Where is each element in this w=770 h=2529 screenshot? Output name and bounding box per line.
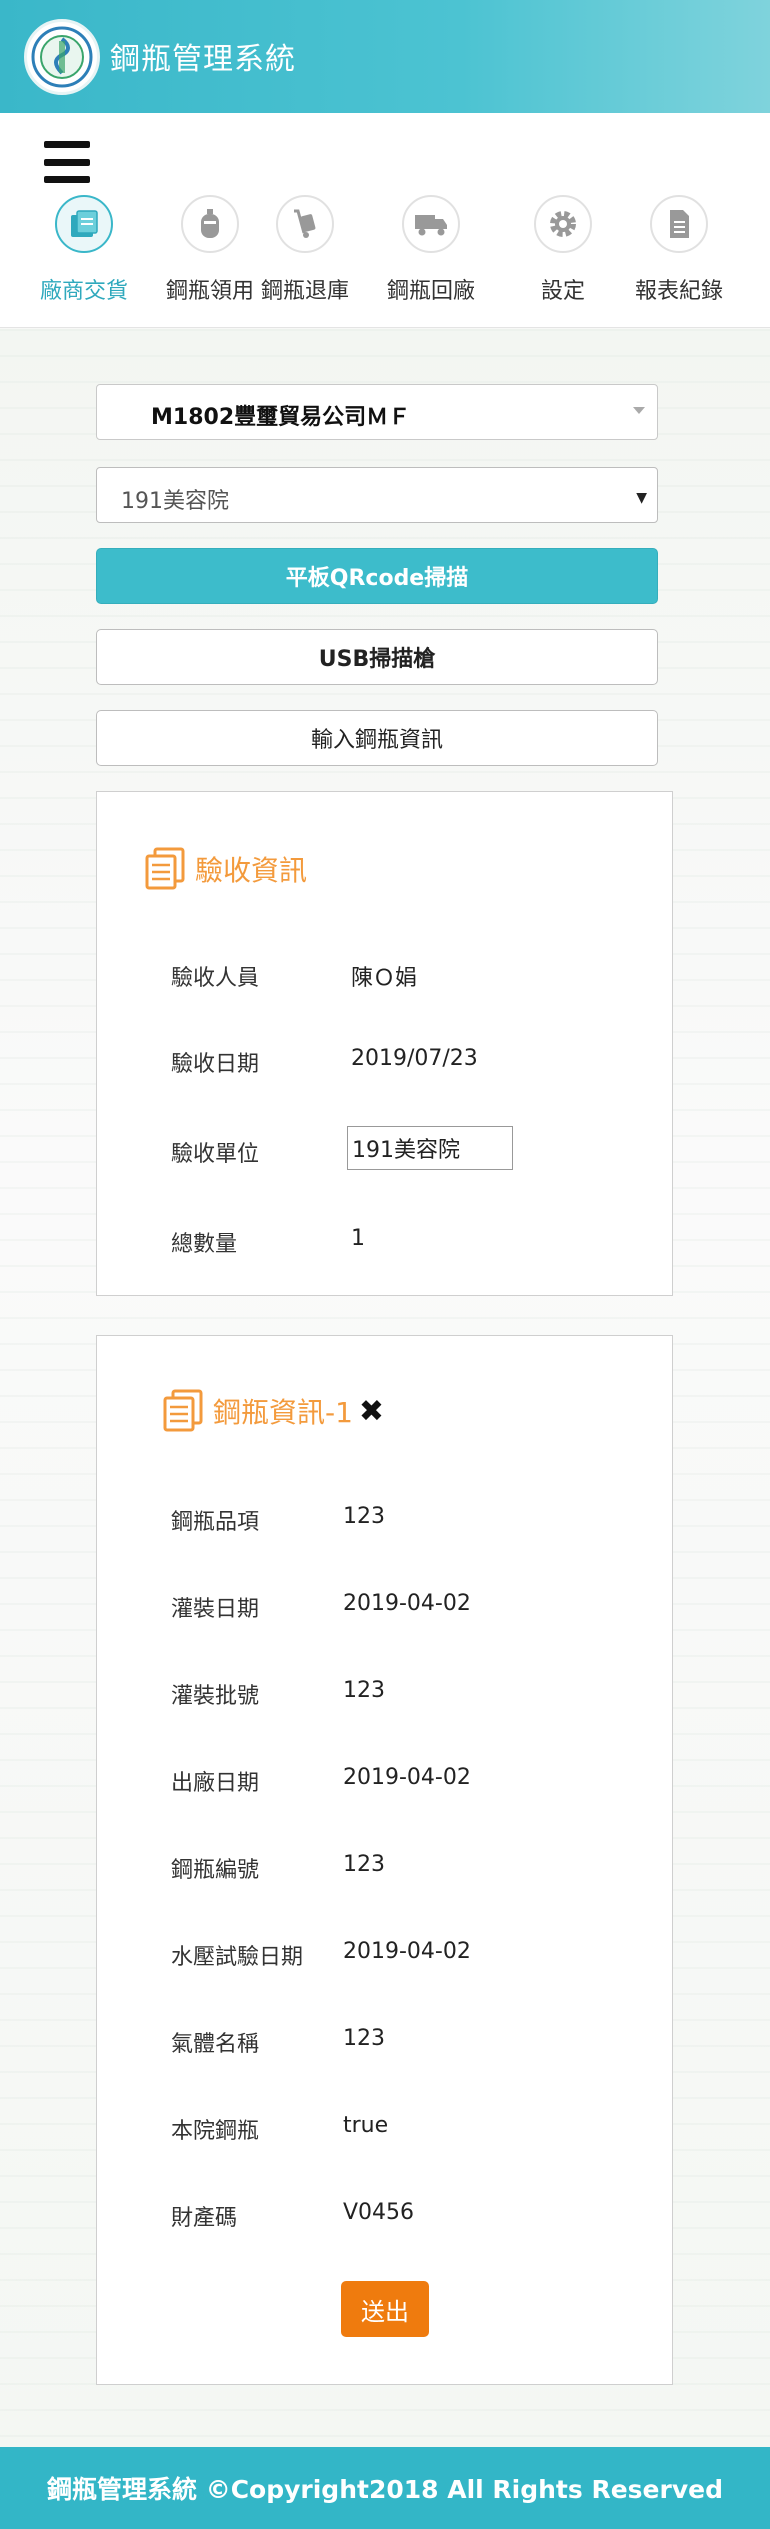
hospital-logo — [24, 19, 100, 95]
accept-unit-input[interactable]: 191美容院 — [347, 1126, 513, 1170]
acceptance-info-header: 驗收資訊 — [143, 846, 307, 892]
cylinder-info-title: 鋼瓶資訊-1 — [213, 1396, 353, 1429]
field-value: V0456 — [343, 2200, 415, 2225]
field-label: 出廠日期 — [171, 1771, 260, 1796]
field-value: 123 — [343, 1852, 385, 1877]
field-label: 灌裝日期 — [171, 1597, 260, 1622]
nav-label: 設定 — [540, 279, 585, 304]
field-label: 鋼瓶編號 — [171, 1858, 260, 1883]
nav-item-cylinder-return[interactable]: 鋼瓶退庫 — [245, 195, 365, 305]
report-icon — [650, 195, 708, 253]
field-label: 水壓試驗日期 — [171, 1945, 304, 1970]
inspector-label: 驗收人員 — [171, 966, 260, 991]
acceptance-info-title: 驗收資訊 — [195, 854, 308, 887]
document-icon — [163, 1389, 203, 1432]
hand-truck-icon — [276, 195, 334, 253]
app-header: 鋼瓶管理系統 — [0, 0, 770, 113]
usb-scanner-button[interactable]: USB掃描槍 — [96, 629, 658, 685]
app-title: 鋼瓶管理系統 — [110, 42, 296, 77]
chevron-down-icon: ▼ — [636, 490, 647, 506]
input-cylinder-info-button[interactable]: 輸入鋼瓶資訊 — [96, 710, 658, 766]
submit-button[interactable]: 送出 — [341, 2281, 429, 2337]
footer-text: 鋼瓶管理系統 ©Copyright2018 All Rights Reserve… — [46, 2475, 723, 2504]
nav-label: 鋼瓶回廠 — [386, 279, 475, 304]
field-label: 鋼瓶品項 — [171, 1510, 260, 1535]
nav-item-vendor-delivery[interactable]: 廠商交貨 — [24, 195, 144, 305]
nav-item-report[interactable]: 報表紀錄 — [619, 195, 739, 305]
field-value: 2019-04-02 — [343, 1939, 471, 1964]
total-label: 總數量 — [171, 1232, 238, 1257]
cylinder-info-panel: 鋼瓶資訊-1 ✖ 鋼瓶品項 123 灌裝日期 2019-04-02 灌裝批號 1… — [96, 1335, 673, 2385]
inspector-value: 陳Ｏ娟 — [351, 966, 418, 991]
acceptance-info-panel: 驗收資訊 驗收人員 陳Ｏ娟 驗收日期 2019/07/23 驗收單位 191美容… — [96, 791, 673, 1296]
nav-item-cylinder-back-to-factory[interactable]: 鋼瓶回廠 — [371, 195, 491, 305]
field-value: 123 — [343, 1678, 385, 1703]
qrcode-scan-button[interactable]: 平板QRcode掃描 — [96, 548, 658, 604]
chevron-down-icon — [633, 407, 645, 414]
field-label: 財產碼 — [171, 2206, 238, 2231]
accept-unit-label: 驗收單位 — [171, 1142, 260, 1167]
main-nav: 廠商交貨 鋼瓶領用 鋼瓶退庫 鋼瓶回廠 設定 報表紀錄 — [0, 113, 770, 328]
field-value: true — [343, 2113, 389, 2138]
cylinder-info-header: 鋼瓶資訊-1 ✖ — [161, 1388, 384, 1434]
total-value: 1 — [351, 1226, 365, 1251]
field-label: 本院鋼瓶 — [171, 2119, 260, 2144]
field-label: 灌裝批號 — [171, 1684, 260, 1709]
vendor-select[interactable]: M1802豐璽貿易公司ＭＦ — [96, 384, 658, 440]
field-value: 2019-04-02 — [343, 1591, 471, 1616]
unit-select-value: 191美容院 — [121, 489, 229, 514]
accept-date-value: 2019/07/23 — [351, 1046, 478, 1071]
nav-label: 鋼瓶退庫 — [260, 279, 349, 304]
footer: 鋼瓶管理系統 ©Copyright2018 All Rights Reserve… — [0, 2447, 770, 2529]
gas-cylinder-icon — [181, 195, 239, 253]
nav-label: 廠商交貨 — [39, 279, 128, 304]
field-value: 123 — [343, 1504, 385, 1529]
field-value: 2019-04-02 — [343, 1765, 471, 1790]
field-label: 氣體名稱 — [171, 2032, 260, 2057]
truck-icon — [402, 195, 460, 253]
close-icon[interactable]: ✖ — [359, 1394, 384, 1429]
delivery-icon — [55, 195, 113, 253]
hamburger-menu-icon[interactable] — [44, 141, 90, 183]
gear-icon — [534, 195, 592, 253]
vendor-select-value: M1802豐璽貿易公司ＭＦ — [151, 405, 411, 430]
nav-label: 報表紀錄 — [634, 279, 723, 304]
unit-select[interactable]: 191美容院 ▼ — [96, 467, 658, 523]
document-icon — [145, 847, 185, 890]
field-value: 123 — [343, 2026, 385, 2051]
accept-date-label: 驗收日期 — [171, 1052, 260, 1077]
nav-item-settings[interactable]: 設定 — [503, 195, 623, 305]
